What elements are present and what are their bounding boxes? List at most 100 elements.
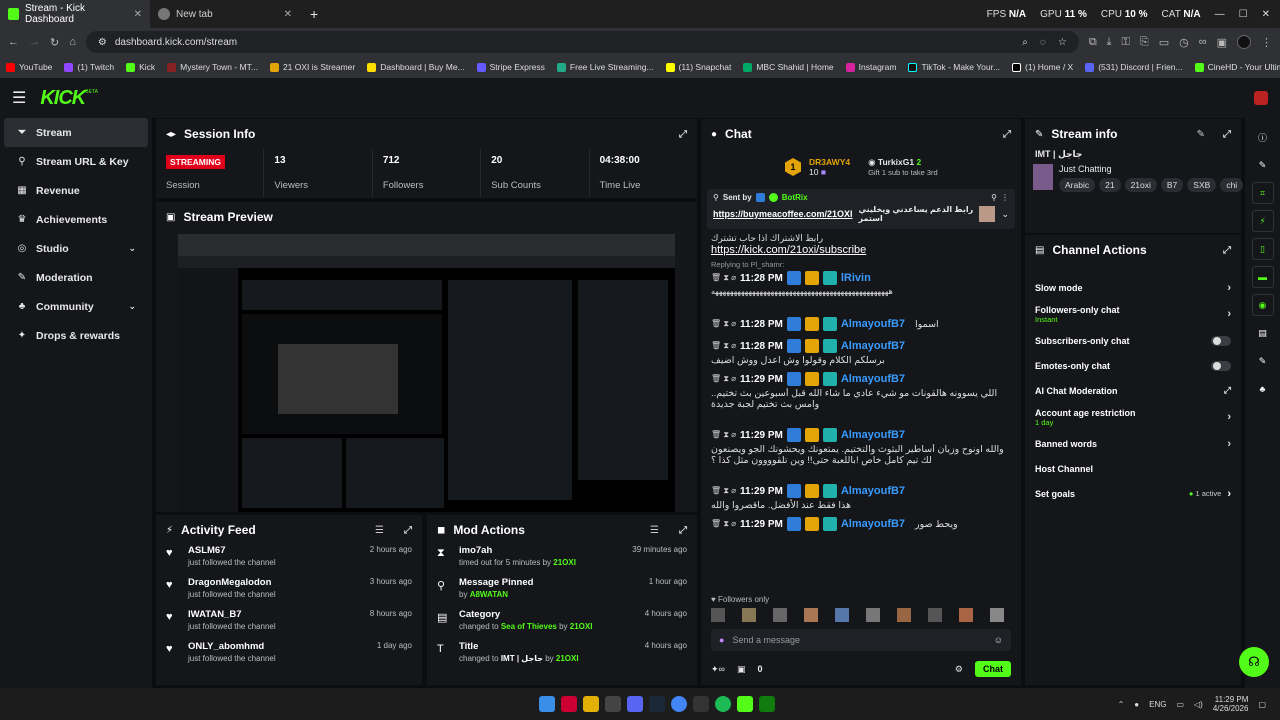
account-age-action[interactable]: Account age restriction 1 day › — [1025, 403, 1241, 431]
pin-toggle-icon[interactable]: ⚲ — [991, 193, 997, 202]
ai-moderation-action[interactable]: AI Chat Moderation ⤢ — [1025, 378, 1241, 403]
app-icon[interactable] — [561, 696, 577, 712]
vpn-icon[interactable]: ▣ — [1217, 36, 1227, 49]
settings-gear-icon[interactable]: ⚙ — [955, 664, 963, 675]
file-explorer-icon[interactable] — [583, 696, 599, 712]
gift-sub-icon[interactable]: ✦∞ — [711, 664, 725, 675]
tab-kick-dashboard[interactable]: Stream - Kick Dashboard ✕ — [0, 0, 150, 28]
chevron-up-icon[interactable]: ⌃ — [1118, 700, 1125, 709]
scan-icon[interactable]: ⌗ — [1251, 182, 1274, 204]
wallet-icon[interactable]: ▭ — [1159, 36, 1169, 49]
new-tab-button[interactable]: + — [300, 6, 328, 22]
emote[interactable] — [804, 608, 818, 622]
bookmark-snapchat[interactable]: (11) Snapchat — [665, 62, 731, 72]
bookmark-twitch[interactable]: (1) Twitch — [64, 62, 114, 72]
chevron-down-icon[interactable]: ⌄ — [1001, 209, 1009, 220]
emotes-only-toggle[interactable] — [1211, 360, 1231, 371]
more-icon[interactable]: ⋮ — [1001, 193, 1009, 202]
app-icon[interactable] — [693, 696, 709, 712]
reload-icon[interactable]: ↻ — [50, 36, 59, 49]
document-icon[interactable]: ▯ — [1251, 238, 1274, 260]
emote[interactable] — [835, 608, 849, 622]
translate-icon[interactable]: ⎘ — [1140, 36, 1149, 49]
url-field[interactable]: ⚙ dashboard.kick.com/stream ⌕ ◌ ☆ — [85, 31, 1079, 53]
home-icon[interactable]: ⌂ — [69, 36, 76, 48]
community-icon[interactable]: ♣ — [1252, 378, 1274, 400]
history-icon[interactable]: ◷ — [1179, 36, 1189, 49]
host-channel-action[interactable]: Host Channel — [1025, 456, 1241, 481]
edit-icon[interactable]: ✎ — [1252, 154, 1274, 176]
popout-icon[interactable]: ⤢ — [1223, 245, 1231, 256]
followers-only-action[interactable]: Followers-only chat Instant › — [1025, 300, 1241, 328]
forward-icon[interactable]: → — [29, 36, 40, 48]
user-avatar[interactable] — [1254, 91, 1268, 105]
key-icon[interactable]: ⚿ — [1122, 36, 1130, 49]
info-icon[interactable]: ⓘ — [1252, 126, 1274, 148]
bookmark-x[interactable]: (1) Home / X — [1012, 62, 1073, 72]
chrome-icon[interactable] — [671, 696, 687, 712]
eye-off-icon[interactable]: ◌ — [1040, 37, 1046, 48]
filter-icon[interactable]: ☰ — [650, 525, 659, 536]
emoji-icon[interactable]: ☺ — [994, 635, 1003, 645]
set-goals-action[interactable]: Set goals ● 1 active › — [1025, 481, 1241, 506]
sidebar-item-moderation[interactable]: ✎ Moderation — [4, 263, 148, 292]
windows-start-icon[interactable] — [539, 696, 555, 712]
clock[interactable]: 11:29 PM 4/26/2026 — [1213, 695, 1249, 713]
popout-icon[interactable]: ⤢ — [679, 525, 687, 536]
profile-avatar[interactable] — [1237, 35, 1251, 49]
bookmark-tiktok[interactable]: TikTok - Make Your... — [908, 62, 1000, 72]
bookmark-discord[interactable]: (531) Discord | Frien... — [1085, 62, 1183, 72]
bookmark-shahid[interactable]: MBC Shahid | Home — [743, 62, 834, 72]
sidebar-item-drops[interactable]: ✦ Drops & rewards — [4, 321, 148, 350]
hamburger-menu-icon[interactable]: ☰ — [12, 88, 26, 108]
zoom-icon[interactable]: ⌕ — [1022, 37, 1028, 48]
notification-icon[interactable]: ▢ — [1258, 700, 1266, 709]
download-icon[interactable]: ⤓ — [1107, 36, 1112, 49]
emote[interactable] — [866, 608, 880, 622]
banned-words-action[interactable]: Banned words › — [1025, 431, 1241, 456]
bookmark-buymeacoffee[interactable]: Dashboard | Buy Me... — [367, 62, 465, 72]
filter-icon[interactable]: ☰ — [375, 525, 384, 536]
popout-icon[interactable]: ⤢ — [1003, 129, 1011, 140]
sidebar-item-revenue[interactable]: ▦ Revenue — [4, 176, 148, 205]
tab-new-tab[interactable]: New tab ✕ — [150, 0, 300, 28]
mic-icon[interactable]: ● — [1134, 700, 1139, 709]
emote[interactable] — [897, 608, 911, 622]
close-tab-icon[interactable]: ✕ — [284, 9, 292, 20]
delete-icon[interactable]: 🗑 ⧗ ⌀ — [711, 273, 736, 283]
emote[interactable] — [928, 608, 942, 622]
wrench-icon[interactable]: ✎ — [1252, 350, 1274, 372]
kick-logo[interactable]: KICK — [40, 87, 86, 110]
steam-icon[interactable] — [649, 696, 665, 712]
bookmark-free-live[interactable]: Free Live Streaming... — [556, 62, 654, 72]
chat-icon[interactable]: ▬ — [1251, 266, 1274, 288]
emote[interactable] — [742, 608, 756, 622]
site-info-icon[interactable]: ⚙ — [98, 37, 107, 48]
sidebar-item-studio[interactable]: ◎ Studio ⌄ — [4, 234, 148, 263]
app-icon[interactable] — [605, 696, 621, 712]
emote[interactable] — [773, 608, 787, 622]
chat-input[interactable]: ● Send a message ☺ — [711, 629, 1011, 651]
emote[interactable] — [959, 608, 973, 622]
mic-icon[interactable]: ● — [719, 635, 724, 645]
volume-icon[interactable]: ◁) — [1194, 700, 1203, 709]
emote[interactable] — [990, 608, 1004, 622]
back-icon[interactable]: ← — [8, 36, 19, 48]
bookmark-cinehd[interactable]: CineHD - Your Ultim... — [1194, 62, 1280, 72]
send-chat-button[interactable]: Chat — [975, 661, 1011, 677]
popout-icon[interactable]: ⤢ — [679, 129, 687, 140]
stream-video-preview[interactable] — [178, 234, 675, 512]
minimize-icon[interactable]: — — [1215, 9, 1225, 20]
bookmark-kick[interactable]: Kick — [126, 62, 155, 72]
popout-icon[interactable]: ⤢ — [1223, 129, 1231, 140]
link-icon[interactable]: ∞ — [1199, 36, 1207, 48]
sidebar-item-stream-url-key[interactable]: ⚲ Stream URL & Key — [4, 147, 148, 176]
popout-icon[interactable]: ⤢ — [404, 525, 412, 536]
close-window-icon[interactable]: ✕ — [1262, 9, 1270, 20]
menu-dots-icon[interactable]: ⋮ — [1261, 36, 1272, 49]
lightning-icon[interactable]: ⚡ — [1251, 210, 1274, 232]
maximize-icon[interactable]: ☐ — [1239, 9, 1248, 20]
extensions-icon[interactable]: ⧉ — [1089, 36, 1097, 49]
list-icon[interactable]: ▤ — [1252, 322, 1274, 344]
broadcast-icon[interactable]: ◉ — [1251, 294, 1274, 316]
